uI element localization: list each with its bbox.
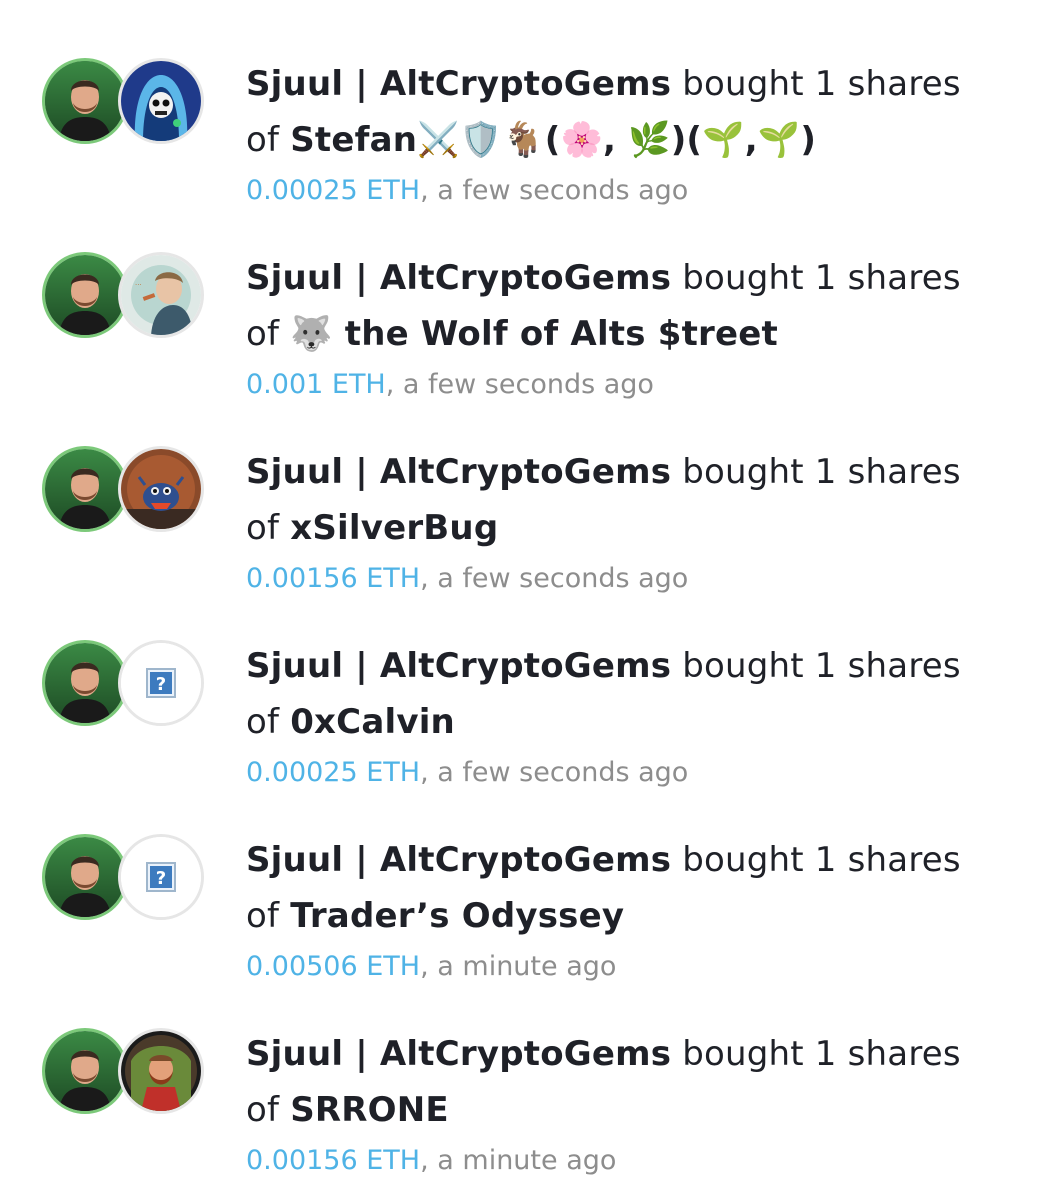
subject-name[interactable]: Stefan⚔️🛡️🐐(🌸, 🌿)(🌱,🌱) (290, 120, 816, 160)
feed-item-text: Sjuul | AltCryptoGems bought 1 shares of… (246, 638, 1026, 792)
feed-item-text: Sjuul | AltCryptoGems bought 1 shares of… (246, 1026, 1026, 1180)
man-portrait-avatar (45, 837, 125, 917)
subject-name[interactable]: xSilverBug (290, 508, 498, 548)
trader-avatar[interactable] (42, 58, 128, 144)
subject-avatar[interactable] (118, 58, 204, 144)
price: 0.00156 ETH (246, 1145, 421, 1176)
feed-item-text: Sjuul | AltCryptoGems bought 1 shares of… (246, 250, 1026, 404)
feed-item-text: Sjuul | AltCryptoGems bought 1 shares of… (246, 56, 1026, 210)
action-text: bought 1 shares (682, 64, 961, 104)
activity-feed: Sjuul | AltCryptoGems bought 1 shares of… (0, 0, 1048, 1200)
avatar-pair (42, 446, 204, 532)
action-text: bought 1 shares (682, 452, 961, 492)
trader-name[interactable]: Sjuul | AltCryptoGems (246, 646, 671, 686)
trader-avatar[interactable] (42, 1028, 128, 1114)
avatar-pair (42, 1028, 204, 1114)
of-text: of (246, 702, 280, 742)
svg-text:?: ? (156, 674, 166, 695)
timestamp: , a minute ago (420, 1145, 617, 1176)
trader-avatar[interactable] (42, 640, 128, 726)
avatar-pair: ? (42, 834, 204, 920)
man-portrait-avatar (45, 61, 125, 141)
subject-avatar[interactable]: ? (118, 834, 204, 920)
feed-item-text: Sjuul | AltCryptoGems bought 1 shares of… (246, 832, 1026, 986)
wolf-of-wall-street-avatar: ··· (121, 255, 201, 335)
action-text: bought 1 shares (682, 646, 961, 686)
feed-item[interactable]: ··· Sjuul | AltCryptoGems bought 1 share… (0, 194, 1048, 400)
trader-name[interactable]: Sjuul | AltCryptoGems (246, 258, 671, 298)
of-text: of (246, 314, 280, 354)
subject-avatar[interactable]: ? (118, 640, 204, 726)
missing-image-icon: ? (121, 643, 201, 723)
man-portrait-avatar (45, 255, 125, 335)
of-text: of (246, 896, 280, 936)
feed-item[interactable]: Sjuul | AltCryptoGems bought 1 shares of… (0, 388, 1048, 594)
avatar-pair: ? (42, 640, 204, 726)
action-text: bought 1 shares (682, 840, 961, 880)
subject-name[interactable]: Trader’s Odyssey (290, 896, 624, 936)
trader-avatar[interactable] (42, 446, 128, 532)
of-text: of (246, 508, 280, 548)
feed-item[interactable]: ? Sjuul | AltCryptoGems bought 1 shares … (0, 776, 1048, 982)
bearded-man-avatar (121, 1031, 201, 1111)
feed-item[interactable]: Sjuul | AltCryptoGems bought 1 shares of… (0, 0, 1048, 206)
svg-text:?: ? (156, 868, 166, 889)
trader-avatar[interactable] (42, 834, 128, 920)
of-text: of (246, 1090, 280, 1130)
trader-name[interactable]: Sjuul | AltCryptoGems (246, 840, 671, 880)
silver-bug-avatar (121, 449, 201, 529)
man-portrait-avatar (45, 449, 125, 529)
action-text: bought 1 shares (682, 258, 961, 298)
trader-avatar[interactable] (42, 252, 128, 338)
trader-name[interactable]: Sjuul | AltCryptoGems (246, 452, 671, 492)
action-text: bought 1 shares (682, 1034, 961, 1074)
feed-item-text: Sjuul | AltCryptoGems bought 1 shares of… (246, 444, 1026, 598)
trader-name[interactable]: Sjuul | AltCryptoGems (246, 64, 671, 104)
subject-name[interactable]: 0xCalvin (290, 702, 455, 742)
hooded-skull-avatar (121, 61, 201, 141)
subject-name[interactable]: SRRONE (290, 1090, 449, 1130)
avatar-pair (42, 58, 204, 144)
avatar-pair: ··· (42, 252, 204, 338)
man-portrait-avatar (45, 643, 125, 723)
svg-text:···: ··· (135, 281, 142, 289)
subject-name[interactable]: 🐺 the Wolf of Alts $treet (290, 314, 778, 354)
feed-item[interactable]: Sjuul | AltCryptoGems bought 1 shares of… (0, 970, 1048, 1176)
trader-name[interactable]: Sjuul | AltCryptoGems (246, 1034, 671, 1074)
missing-image-icon: ? (121, 837, 201, 917)
man-portrait-avatar (45, 1031, 125, 1111)
subject-avatar[interactable] (118, 1028, 204, 1114)
subject-avatar[interactable]: ··· (118, 252, 204, 338)
feed-item[interactable]: ? Sjuul | AltCryptoGems bought 1 shares … (0, 582, 1048, 788)
of-text: of (246, 120, 280, 160)
subject-avatar[interactable] (118, 446, 204, 532)
